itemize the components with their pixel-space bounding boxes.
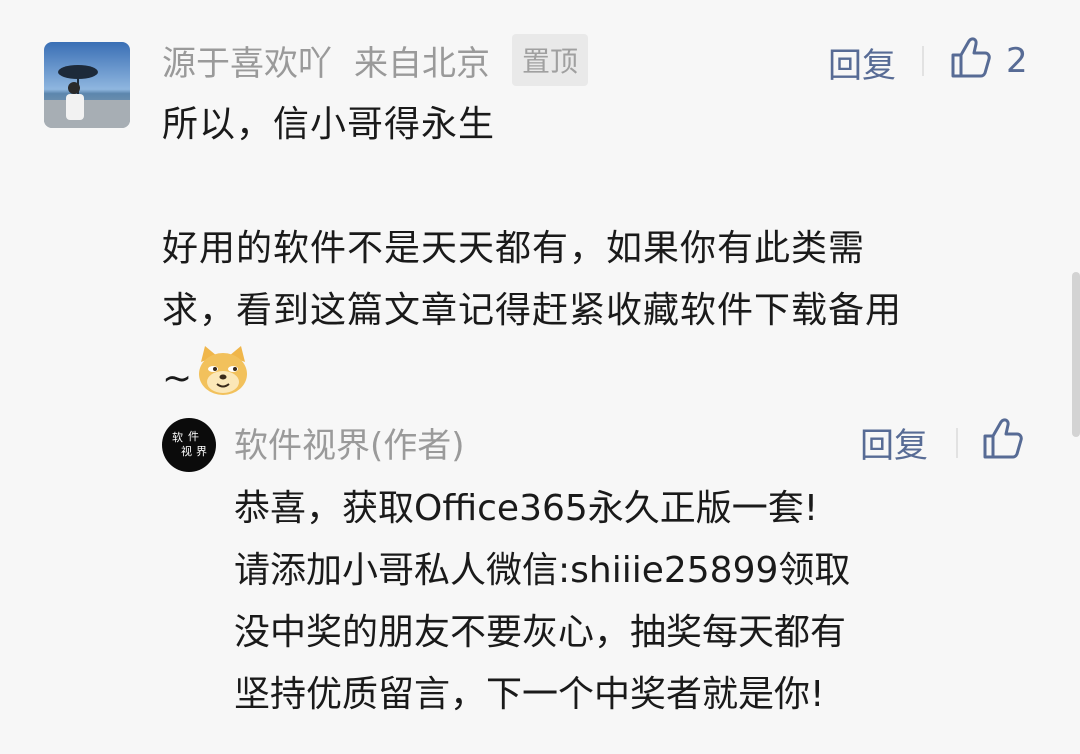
avatar-char: 视 <box>181 445 192 458</box>
author-like-button[interactable] <box>982 416 1024 464</box>
action-divider <box>922 46 924 76</box>
avatar-char: 件 <box>188 430 199 443</box>
commenter-location: 来自北京 <box>354 43 490 84</box>
reply-button[interactable]: 回复 <box>828 38 896 87</box>
thumbs-up-icon <box>950 35 992 88</box>
pinned-badge: 置顶 <box>512 34 589 86</box>
avatar-char: 界 <box>196 445 207 458</box>
author-reply-body: 恭喜，获取Office365永久正版一套! 请添加小哥私人微信:shiiie25… <box>234 478 1054 726</box>
author-reply-button[interactable]: 回复 <box>860 418 928 467</box>
comment-line: 好用的软件不是天天都有，如果你有此类需 <box>162 228 866 269</box>
author-action-divider <box>956 428 958 458</box>
reply-line: 坚持优质留言，下一个中奖者就是你! <box>234 674 825 715</box>
like-count: 2 <box>1006 41 1028 81</box>
commenter-name[interactable]: 源于喜欢吖 <box>162 36 332 85</box>
comment-line: 所以，信小哥得永生 <box>162 104 496 145</box>
reply-line: 没中奖的朋友不要灰心，抽奖每天都有 <box>234 612 847 653</box>
commenter-avatar[interactable] <box>44 42 130 128</box>
comment-line-last: ~ <box>162 342 1042 418</box>
comment-line: 求，看到这篇文章记得赶紧收藏软件下载备用 <box>162 290 903 331</box>
thumbs-up-icon <box>982 418 1024 464</box>
author-name[interactable]: 软件视界(作者) <box>234 418 465 467</box>
scrollbar[interactable] <box>1072 272 1080 437</box>
avatar-char: 软 <box>172 431 183 444</box>
doge-emoji-icon <box>195 342 251 418</box>
comment-body: 所以，信小哥得永生 好用的软件不是天天都有，如果你有此类需 求，看到这篇文章记得… <box>162 94 1042 418</box>
author-avatar[interactable]: 软 件 视 界 <box>162 418 216 472</box>
comment-header: 源于喜欢吖 来自北京 置顶 <box>162 34 589 86</box>
tilde-text: ~ <box>162 358 194 399</box>
reply-line: 恭喜，获取Office365永久正版一套! <box>234 488 819 529</box>
like-button[interactable]: 2 <box>950 36 1028 84</box>
reply-line: 请添加小哥私人微信:shiiie25899领取 <box>234 550 851 591</box>
